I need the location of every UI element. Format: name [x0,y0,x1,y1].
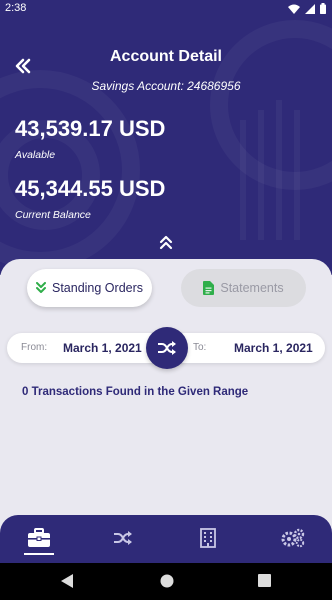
status-time: 2:38 [5,2,27,14]
briefcase-icon [28,528,50,547]
to-label: To: [193,342,207,353]
nav-active-indicator [24,553,54,555]
building-icon [200,528,216,548]
status-bar: 2:38 [0,0,332,18]
wifi-icon [288,4,300,14]
account-subtitle: Savings Account: 24686956 [91,79,241,93]
nav-branches[interactable] [193,525,223,551]
tab-statements-label: Statements [220,281,284,295]
page-title: Account Detail [109,48,222,65]
nav-transfers[interactable] [108,525,138,551]
collapse-button[interactable] [157,233,175,251]
account-card: Standing Orders Statements From: March 1… [0,259,332,529]
tab-standing-orders[interactable]: Standing Orders [27,269,152,307]
account-header: 2:38 Account Detail Savings Account: 246… [0,0,332,275]
background-texture [294,110,300,240]
double-chevron-down-icon [35,282,46,293]
swap-dates-button[interactable] [146,327,188,369]
background-texture [276,100,282,240]
tab-standing-orders-label: Standing Orders [51,281,144,295]
back-triangle-icon[interactable] [61,574,74,588]
bottom-nav [0,515,332,563]
document-icon [203,281,215,295]
background-texture [240,120,246,240]
tab-statements[interactable]: Statements [181,269,306,307]
recents-square-icon[interactable] [258,574,271,587]
to-date-field[interactable]: March 1, 2021 [234,341,313,355]
balance-amount: 45,344.55 USD [15,176,166,201]
available-amount: 43,539.17 USD [15,116,166,141]
system-nav-bar [0,563,332,600]
from-date-field[interactable]: March 1, 2021 [63,341,142,355]
battery-icon [320,3,326,14]
nav-settings[interactable] [278,525,308,551]
background-texture [210,20,332,190]
available-label: Avalable [15,149,56,161]
shuffle-icon [114,531,132,545]
empty-result-message: 0 Transactions Found in the Given Range [22,386,249,398]
signal-icon [305,3,315,14]
from-label: From: [21,342,48,353]
nav-accounts[interactable] [24,525,54,551]
home-circle-icon[interactable] [160,574,174,588]
settings-icon [281,528,305,548]
shuffle-icon [158,341,176,355]
balance-label: Current Balance [15,209,91,221]
background-texture [258,110,264,240]
